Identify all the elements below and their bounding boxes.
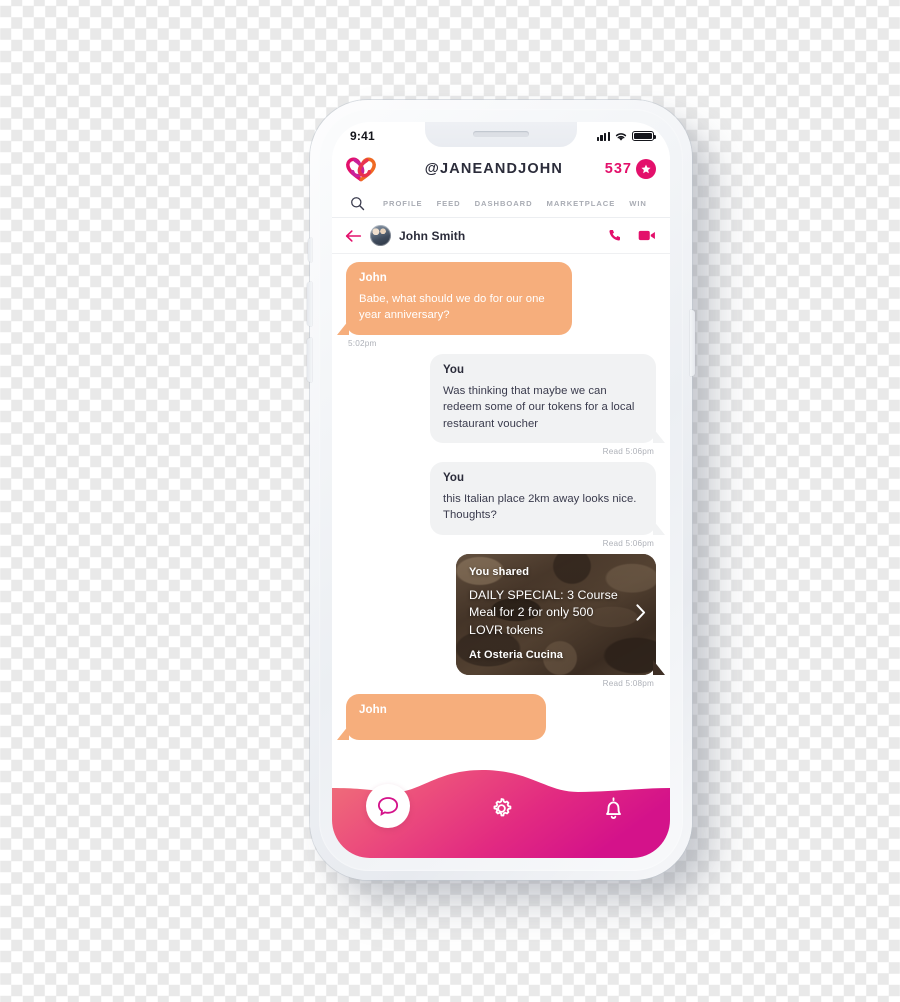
bell-notification-icon[interactable] [602, 796, 625, 821]
primary-nav-tabs: PROFILE FEED DASHBOARD MARKETPLACE WIN [332, 190, 670, 218]
battery-full-icon [632, 130, 656, 142]
conversation-header: John Smith [332, 218, 670, 254]
phone-screen: 9:41 @JANEANDJOHN 537 PROFILE FEED DASHB… [332, 122, 670, 858]
status-indicators [596, 130, 656, 142]
nav-item-notifications[interactable] [557, 796, 670, 821]
token-count: 537 [604, 161, 632, 177]
gear-settings-icon[interactable] [489, 796, 514, 821]
message-author: John [359, 704, 387, 717]
page-title: @JANEANDJOHN [424, 161, 564, 177]
device-notch [425, 122, 577, 147]
volume-down-button[interactable] [307, 338, 312, 382]
tab-profile[interactable]: PROFILE [376, 199, 430, 208]
contact-name: John Smith [399, 228, 466, 243]
shared-offer-card[interactable]: You shared DAILY SPECIAL: 3 Course Meal … [456, 553, 665, 676]
message-row-incoming-partial: John [337, 694, 656, 741]
offer-card-content: You shared DAILY SPECIAL: 3 Course Meal … [469, 566, 643, 662]
message-row-incoming: John Babe, what should we do for our one… [337, 262, 656, 348]
chevron-right-icon[interactable] [635, 603, 646, 626]
message-list[interactable]: John Babe, what should we do for our one… [332, 254, 670, 858]
message-bubble[interactable]: John Babe, what should we do for our one… [337, 262, 572, 335]
tab-marketplace[interactable]: MARKETPLACE [540, 199, 623, 208]
back-arrow-icon[interactable] [345, 229, 362, 243]
volume-up-button[interactable] [307, 282, 312, 326]
nav-item-chat[interactable] [332, 784, 445, 832]
message-bubble[interactable]: You this Italian place 2km away looks ni… [430, 461, 665, 535]
silent-switch-button[interactable] [308, 238, 312, 262]
shared-label: You shared [469, 565, 530, 578]
message-author: John [359, 272, 387, 284]
message-bubble[interactable]: John [337, 694, 546, 741]
status-time: 9:41 [350, 129, 375, 143]
bottom-nav-items [332, 784, 670, 832]
message-text: Was thinking that maybe we can redeem so… [443, 384, 635, 430]
star-badge-icon [636, 159, 656, 179]
message-author: You [443, 363, 465, 376]
message-text: Babe, what should we do for our one year… [359, 293, 545, 322]
search-icon[interactable] [346, 193, 368, 215]
power-button[interactable] [690, 310, 695, 376]
tab-feed[interactable]: FEED [430, 199, 468, 208]
earpiece-speaker [473, 131, 529, 137]
message-bubble[interactable]: You Was thinking that maybe we can redee… [430, 353, 665, 444]
message-read-receipt: Read 5:06pm [602, 538, 654, 548]
offer-headline: DAILY SPECIAL: 3 Course Meal for 2 for o… [469, 587, 618, 637]
nav-item-settings[interactable] [445, 796, 558, 821]
cellular-signal-icon [596, 131, 610, 141]
message-text: this Italian place 2km away looks nice. … [443, 492, 637, 522]
message-read-receipt: Read 5:08pm [602, 679, 654, 689]
message-row-outgoing: You Was thinking that maybe we can redee… [346, 353, 665, 456]
offer-card-image: You shared DAILY SPECIAL: 3 Course Meal … [456, 553, 656, 676]
message-timestamp: 5:02pm [348, 338, 377, 348]
phone-call-icon[interactable] [607, 228, 622, 243]
tab-dashboard[interactable]: DASHBOARD [468, 199, 540, 208]
message-read-receipt: Read 5:06pm [602, 446, 654, 456]
message-row-shared-card: You shared DAILY SPECIAL: 3 Course Meal … [346, 553, 665, 689]
offer-venue: At Osteria Cucina [469, 649, 564, 662]
wifi-icon [615, 132, 627, 141]
avatar[interactable] [370, 225, 391, 246]
app-header: @JANEANDJOHN 537 [332, 148, 670, 190]
chat-bubble-icon[interactable] [366, 784, 411, 828]
tab-win[interactable]: WIN [622, 199, 654, 208]
video-camera-icon[interactable] [638, 229, 656, 242]
token-balance[interactable]: 537 [605, 159, 656, 179]
phone-device-frame: 9:41 @JANEANDJOHN 537 PROFILE FEED DASHB… [307, 100, 695, 880]
interlocking-hearts-logo[interactable] [345, 155, 377, 183]
message-row-outgoing: You this Italian place 2km away looks ni… [346, 461, 665, 548]
message-author: You [443, 471, 465, 484]
